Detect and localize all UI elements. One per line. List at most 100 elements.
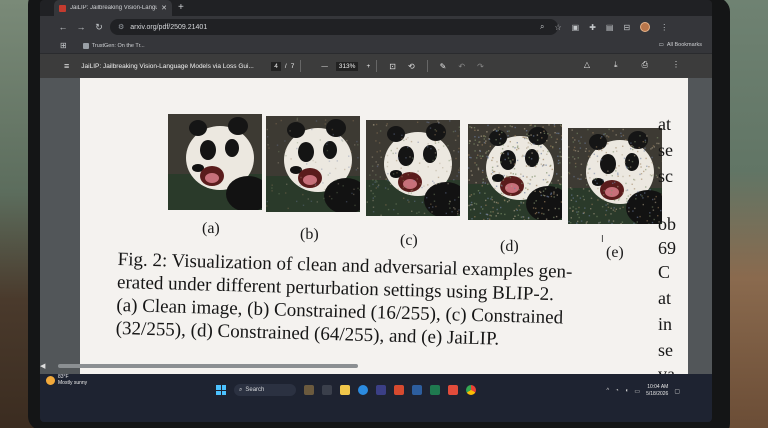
pdf-menu-icon[interactable]: ≡	[64, 61, 69, 71]
media-app-icon[interactable]	[448, 385, 458, 395]
scroll-left-arrow-icon[interactable]: ◀	[40, 362, 45, 370]
toolbar-divider	[376, 60, 378, 72]
close-tab-icon[interactable]: ✕	[161, 4, 167, 12]
word-app-icon[interactable]	[412, 385, 422, 395]
bookmark-label: TrustGen: On the Tr...	[91, 42, 145, 49]
edge-browser-icon[interactable]	[358, 385, 368, 395]
profile-sync-icon[interactable]: ⊟	[623, 23, 630, 32]
zoom-out-button[interactable]: —	[321, 63, 328, 70]
windows-taskbar: 83°F Mostly sunny ⌕ Search ^ ◔ ◖ ▭ 10:04…	[40, 374, 712, 422]
side-fragment: sc	[658, 166, 673, 186]
wifi-icon[interactable]: ◔	[615, 388, 619, 394]
clock-time: 10:04 AM	[647, 384, 669, 390]
download-icon[interactable]: ⤓	[614, 60, 618, 70]
arxiv-favicon-icon	[59, 4, 66, 12]
panel-label-a: (a)	[202, 220, 220, 237]
panel-label-c: (c)	[400, 232, 418, 249]
pdf-viewer[interactable]: (a) (b) (c) (d) (e) Fig. 2: Visualizatio…	[40, 78, 712, 384]
clock-date: 5/18/2026	[646, 391, 669, 397]
bookmark-item[interactable]: TrustGen: On the Tr...	[82, 42, 145, 49]
search-label: Search	[245, 387, 265, 393]
pdf-title: JaiLIP: Jailbreaking Vision-Language Mod…	[81, 62, 254, 70]
url-text[interactable]: arxiv.org/pdf/2509.21401	[130, 24, 207, 31]
page-total: 7	[290, 62, 295, 70]
page-separator: /	[284, 62, 287, 70]
toolbar-divider	[426, 60, 428, 72]
folder-icon: ▭	[658, 42, 664, 48]
chrome-app-icon[interactable]	[466, 385, 476, 395]
toolbar-actions: ⌕ ☆ ▣ ✚ ▤ ⊟ ⋮	[540, 19, 668, 35]
notification-icon[interactable]: ▢	[674, 388, 680, 395]
figure-caption: Fig. 2: Visualization of clean and adver…	[115, 248, 677, 356]
zoom-icon[interactable]: ⌕	[540, 22, 544, 32]
figure-panels	[128, 108, 662, 226]
system-tray: ^ ◔ ◖ ▭ 10:04 AM 5/18/2026 ▢	[606, 384, 680, 398]
profile-avatar[interactable]	[640, 22, 651, 32]
forward-arrow-icon[interactable]: →	[72, 22, 90, 32]
zoom-level-input[interactable]: 313%	[335, 61, 359, 71]
battery-icon[interactable]: ▭	[634, 388, 640, 395]
panda-image-c	[366, 120, 460, 216]
panel-label-e: (e)	[606, 244, 624, 261]
zoom-controls: — 313% +	[321, 61, 370, 71]
sidebar-icon[interactable]: ▤	[606, 23, 614, 32]
all-bookmarks-button[interactable]: ▭ All Bookmarks	[659, 42, 702, 48]
drive-icon[interactable]: △	[584, 60, 590, 70]
bookmarks-bar: ⊞ TrustGen: On the Tr... ▭ All Bookmarks	[40, 38, 712, 54]
tray-chevron-icon[interactable]: ^	[606, 388, 609, 394]
apps-grid-icon[interactable]: ⊞	[60, 41, 67, 50]
pdf-toolbar: ≡ JaiLIP: Jailbreaking Vision-Language M…	[40, 54, 712, 78]
tab-title: JaiLIP: Jailbreaking Vision-Langu	[70, 5, 158, 11]
file-explorer-icon[interactable]	[340, 385, 350, 395]
browser-tab[interactable]: JaiLIP: Jailbreaking Vision-Langu ✕	[54, 0, 172, 16]
side-fragment: at	[658, 288, 671, 308]
task-view-icon[interactable]	[322, 385, 332, 395]
page-number-input[interactable]: 4	[271, 61, 281, 71]
weather-widget[interactable]: 83°F Mostly sunny	[46, 374, 87, 386]
undo-icon[interactable]: ↶	[458, 62, 465, 71]
side-fragment: 69	[658, 238, 676, 258]
taskbar-search[interactable]: ⌕ Search	[234, 384, 296, 396]
taskbar-clock[interactable]: 10:04 AM 5/18/2026	[646, 384, 668, 398]
bookmark-star-icon[interactable]: ☆	[554, 23, 561, 32]
site-info-icon[interactable]: ⚙	[118, 23, 124, 31]
panel-label-b: (b)	[300, 226, 319, 243]
more-menu-icon[interactable]: ⋮	[660, 23, 668, 32]
side-fragment: at	[658, 114, 671, 134]
sun-icon	[46, 375, 55, 385]
volume-icon[interactable]: ◖	[625, 388, 629, 394]
search-icon: ⌕	[239, 386, 243, 393]
bookmark-favicon-icon	[82, 42, 89, 49]
navigation-bar: ← → ↻ ⚙ arxiv.org/pdf/2509.21401 ⌕ ☆ ▣ ✚…	[40, 16, 712, 38]
panda-image-a	[168, 114, 262, 210]
screenshot-icon[interactable]: ▣	[572, 23, 580, 32]
pdf-page: (a) (b) (c) (d) (e) Fig. 2: Visualizatio…	[80, 78, 688, 384]
rotate-icon[interactable]: ⟲	[408, 62, 415, 71]
office-app-icon[interactable]	[394, 385, 404, 395]
panda-image-b	[266, 116, 360, 212]
widgets-app-icon[interactable]	[304, 385, 314, 395]
side-fragment: se	[658, 340, 673, 360]
windows-start-icon[interactable]	[216, 385, 226, 395]
tab-strip: JaiLIP: Jailbreaking Vision-Langu ✕ +	[40, 0, 712, 16]
reload-icon[interactable]: ↻	[90, 22, 108, 33]
side-fragment: se	[658, 140, 673, 160]
pdf-more-icon[interactable]: ⋮	[672, 60, 680, 70]
back-arrow-icon[interactable]: ←	[54, 22, 72, 32]
fit-page-icon[interactable]: ⊡	[389, 62, 396, 71]
extensions-icon[interactable]: ✚	[589, 23, 596, 32]
panel-label-d: (d)	[500, 238, 519, 255]
weather-condition: Mostly sunny	[58, 380, 88, 386]
horizontal-scrollbar[interactable]	[58, 364, 358, 368]
side-fragment: ob	[658, 214, 676, 234]
store-app-icon[interactable]	[376, 385, 386, 395]
new-tab-button[interactable]: +	[178, 1, 184, 15]
redo-icon[interactable]: ↷	[477, 62, 484, 71]
annotate-pen-icon[interactable]: ✎	[440, 62, 447, 71]
address-bar[interactable]: ⚙ arxiv.org/pdf/2509.21401	[110, 19, 558, 35]
zoom-in-button[interactable]: +	[366, 63, 370, 70]
excel-app-icon[interactable]	[430, 385, 440, 395]
print-icon[interactable]: ⎙	[642, 60, 648, 70]
toolbar-divider	[300, 60, 302, 72]
laptop-screen: JaiLIP: Jailbreaking Vision-Langu ✕ + ← …	[40, 0, 712, 422]
